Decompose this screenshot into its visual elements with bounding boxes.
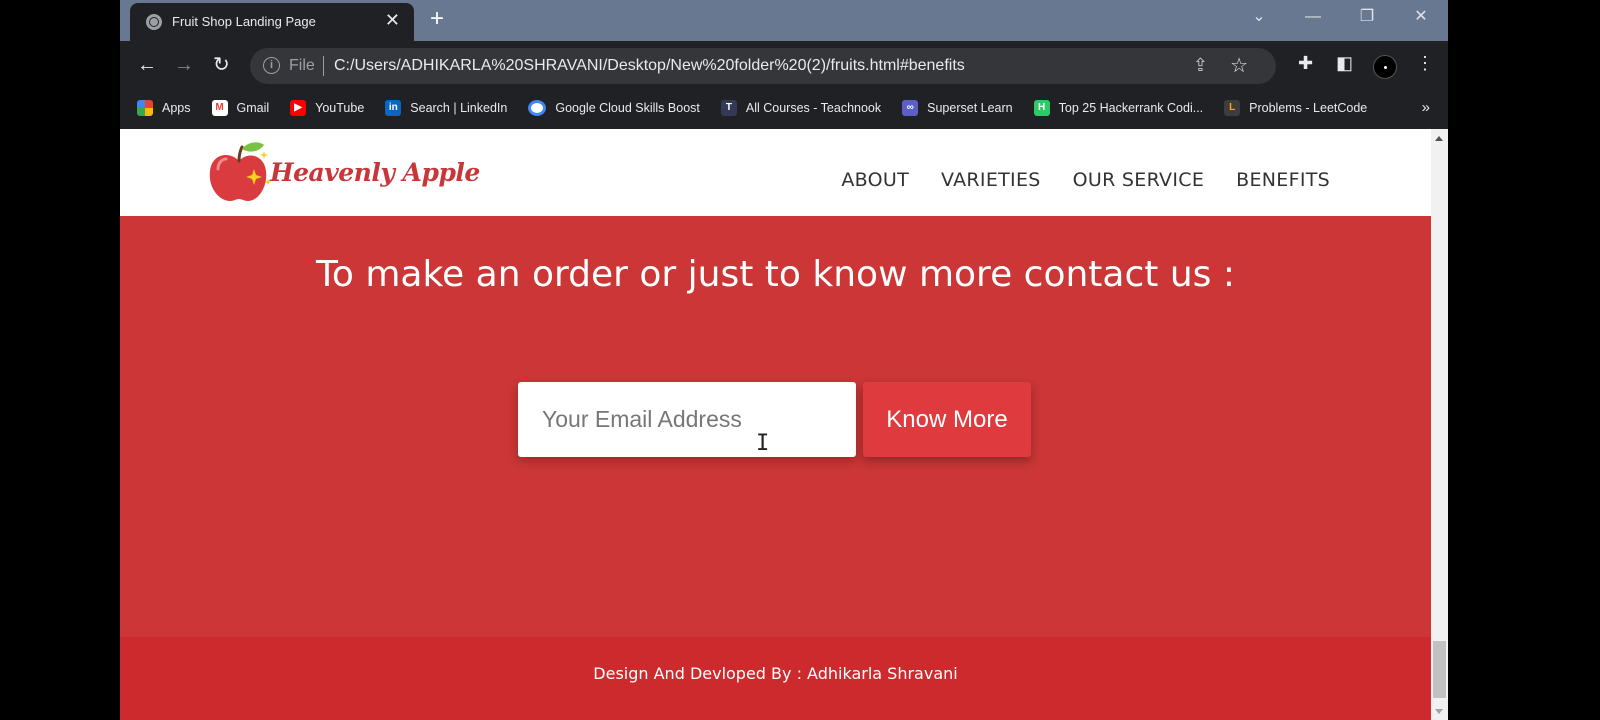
tab-title: Fruit Shop Landing Page (172, 14, 316, 29)
restore-button[interactable]: ❐ (1340, 0, 1394, 36)
bookmark-label: Apps (162, 101, 191, 115)
footer-credit: Design And Devloped By : Adhikarla Shrav… (593, 664, 958, 683)
bookmark-linkedin[interactable]: in Search | LinkedIn (385, 100, 507, 116)
text-cursor-icon: I (756, 431, 770, 456)
site-info-icon[interactable]: i (263, 57, 280, 74)
reload-button[interactable]: ↻ (213, 54, 230, 76)
tab-active[interactable]: Fruit Shop Landing Page ✕ (130, 3, 414, 41)
more-bookmarks-icon[interactable]: » (1422, 99, 1430, 116)
gmail-icon: M (211, 100, 228, 116)
logo[interactable]: Heavenly Apple (206, 139, 480, 205)
linkedin-icon: in (385, 100, 402, 116)
nav-benefits[interactable]: BENEFITS (1236, 169, 1330, 191)
apple-icon (209, 142, 271, 201)
teachnook-icon: T (720, 100, 737, 116)
superset-icon: ∞ (902, 100, 919, 116)
know-more-button[interactable]: Know More (863, 382, 1031, 457)
nav-our-service[interactable]: OUR SERVICE (1073, 169, 1205, 191)
bookmark-label: Search | LinkedIn (410, 101, 508, 115)
tab-search-icon[interactable]: ⌄ (1232, 0, 1286, 36)
bookmark-label: YouTube (315, 101, 365, 115)
address-bar[interactable]: i File C:/Users/ADHIKARLA%20SHRAVANI/Des… (250, 48, 1276, 84)
youtube-icon: ▶ (290, 100, 307, 116)
page-viewport: Heavenly Apple ABOUT VARIETIES OUR SERVI… (120, 129, 1431, 720)
url-text[interactable]: C:/Users/ADHIKARLA%20SHRAVANI/Desktop/Ne… (334, 57, 965, 75)
bookmark-label: Problems - LeetCode (1249, 101, 1368, 115)
menu-kebab-icon[interactable]: ⋮ (1416, 53, 1434, 74)
apps-grid-icon (137, 100, 153, 116)
bookmark-label: Google Cloud Skills Boost (555, 101, 700, 115)
bookmark-gmail[interactable]: M Gmail (211, 100, 270, 116)
bookmark-leetcode[interactable]: L Problems - LeetCode (1224, 100, 1367, 116)
brand-name: Heavenly Apple (270, 157, 480, 187)
bookmark-label: Gmail (236, 101, 270, 115)
bookmark-teachnook[interactable]: T All Courses - Teachnook (720, 100, 882, 116)
leetcode-icon: L (1224, 100, 1241, 116)
file-label: File (289, 57, 315, 74)
page-scrollbar[interactable] (1431, 129, 1448, 720)
bookmark-apps[interactable]: Apps (137, 100, 191, 116)
site-footer: Design And Devloped By : Adhikarla Shrav… (120, 637, 1431, 720)
browser-window: Fruit Shop Landing Page ✕ + ⌄ — ❐ ✕ ← → … (120, 0, 1448, 720)
close-tab-icon[interactable]: ✕ (385, 11, 400, 29)
forward-button[interactable]: → (174, 54, 194, 76)
close-window-button[interactable]: ✕ (1394, 0, 1448, 36)
scrollbar-thumb[interactable] (1433, 641, 1446, 698)
share-icon[interactable]: ⇪ (1193, 55, 1208, 76)
bookmark-label: Superset Learn (927, 101, 1013, 115)
scroll-down-icon[interactable] (1435, 709, 1443, 714)
nav-about[interactable]: ABOUT (841, 169, 909, 191)
extensions-icon[interactable]: ✚ (1298, 53, 1313, 74)
google-cloud-icon (528, 100, 547, 116)
address-separator (323, 56, 324, 76)
nav-varieties[interactable]: VARIETIES (941, 169, 1041, 191)
hackerrank-icon: H (1033, 100, 1050, 116)
profile-avatar[interactable] (1373, 55, 1397, 79)
minimize-button[interactable]: — (1286, 0, 1340, 36)
bookmark-star-icon[interactable]: ☆ (1230, 53, 1248, 78)
scroll-up-icon[interactable] (1435, 136, 1443, 141)
back-button[interactable]: ← (137, 54, 157, 76)
contact-heading: To make an order or just to know more co… (316, 254, 1235, 295)
bookmark-hackerrank[interactable]: H Top 25 Hackerrank Codi... (1033, 100, 1204, 116)
email-input[interactable] (518, 382, 856, 457)
bookmarks-bar: Apps M Gmail ▶ YouTube in Search | Linke… (120, 91, 1448, 125)
window-controls: ⌄ — ❐ ✕ (1232, 0, 1448, 36)
contact-section: To make an order or just to know more co… (120, 216, 1431, 637)
bookmark-superset[interactable]: ∞ Superset Learn (902, 100, 1013, 116)
bookmark-label: All Courses - Teachnook (745, 101, 882, 115)
browser-toolbar: ← → ↻ i File C:/Users/ADHIKARLA%20SHRAVA… (120, 41, 1448, 91)
main-nav: ABOUT VARIETIES OUR SERVICE BENEFITS (809, 169, 1330, 191)
bookmark-label: Top 25 Hackerrank Codi... (1058, 101, 1204, 115)
site-header: Heavenly Apple ABOUT VARIETIES OUR SERVI… (120, 129, 1431, 216)
new-tab-button[interactable]: + (430, 7, 444, 31)
bookmark-google-cloud[interactable]: Google Cloud Skills Boost (528, 100, 700, 116)
globe-icon (146, 14, 162, 30)
tab-strip: Fruit Shop Landing Page ✕ + ⌄ — ❐ ✕ (120, 0, 1448, 41)
bookmark-youtube[interactable]: ▶ YouTube (290, 100, 364, 116)
side-panel-icon[interactable]: ◧ (1336, 53, 1353, 74)
